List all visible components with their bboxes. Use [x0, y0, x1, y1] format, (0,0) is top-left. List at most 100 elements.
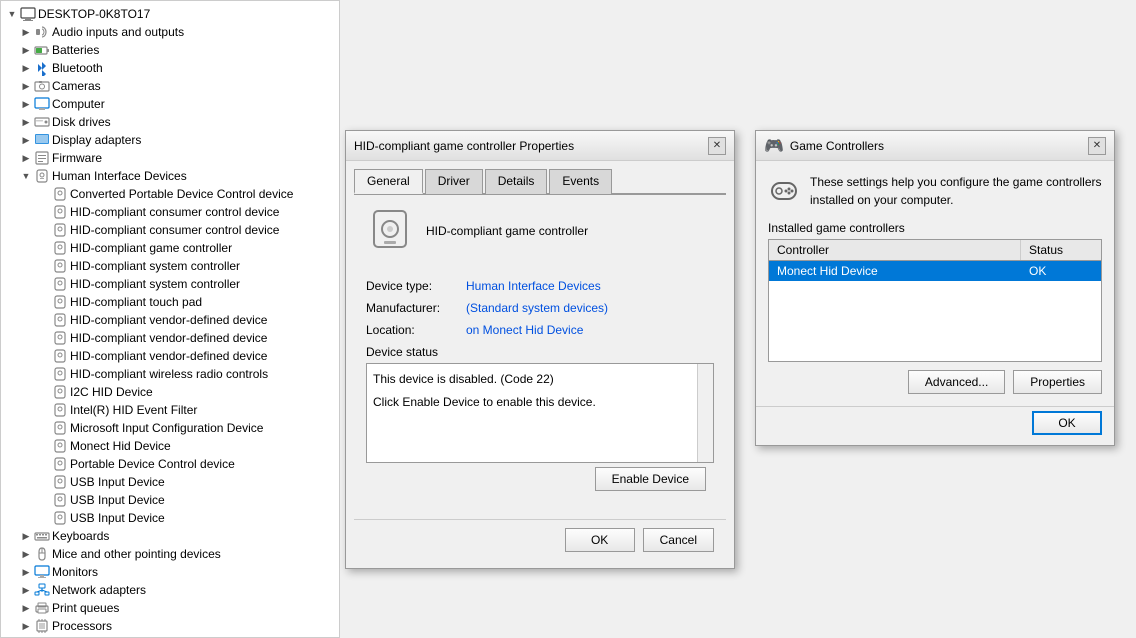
hid14-label: Microsoft Input Configuration Device: [70, 421, 263, 435]
tree-item-hid9[interactable]: HID-compliant vendor-defined device: [1, 329, 339, 347]
tab-general[interactable]: General: [354, 169, 423, 194]
hid-device-icon-17: [52, 474, 68, 490]
gc-title-icon: 🎮: [764, 136, 784, 156]
display-icon: [34, 132, 50, 148]
tree-item-bluetooth[interactable]: ▶ Bluetooth: [1, 59, 339, 77]
tree-item-hid7[interactable]: HID-compliant touch pad: [1, 293, 339, 311]
gc-properties-button[interactable]: Properties: [1013, 370, 1102, 394]
hid6-label: HID-compliant system controller: [70, 277, 240, 291]
gc-dialog-close-button[interactable]: ✕: [1088, 137, 1106, 155]
camera-icon: [34, 78, 50, 94]
audio-icon: [34, 24, 50, 40]
tree-item-hid12[interactable]: I2C HID Device: [1, 383, 339, 401]
processors-label: Processors: [52, 619, 112, 633]
enable-device-button[interactable]: Enable Device: [595, 467, 706, 491]
gc-installed-label: Installed game controllers: [756, 221, 1114, 239]
tree-item-cameras[interactable]: ▶ Cameras: [1, 77, 339, 95]
tab-events[interactable]: Events: [549, 169, 612, 194]
tree-item-hid13[interactable]: Intel(R) HID Event Filter: [1, 401, 339, 419]
hid1-label: Converted Portable Device Control device: [70, 187, 293, 201]
tree-item-root[interactable]: ▼ DESKTOP-0K8TO17: [1, 5, 339, 23]
manufacturer-value: (Standard system devices): [466, 301, 608, 315]
hid-dialog-buttons: OK Cancel: [354, 519, 726, 560]
tree-item-keyboards[interactable]: ▶ Keyboards: [1, 527, 339, 545]
expand-icon-display: ▶: [19, 133, 33, 147]
keyboards-label: Keyboards: [52, 529, 109, 543]
tree-item-processors[interactable]: ▶ Processors: [1, 617, 339, 635]
tree-item-computer[interactable]: ▶ Computer: [1, 95, 339, 113]
tree-item-disk[interactable]: ▶ Disk drives: [1, 113, 339, 131]
device-large-icon: [366, 207, 414, 255]
device-manager-panel: ▼ DESKTOP-0K8TO17 ▶ Audio inputs and out…: [0, 0, 340, 638]
hid-dialog-close-button[interactable]: ✕: [708, 137, 726, 155]
hid-cancel-button[interactable]: Cancel: [643, 528, 714, 552]
hid-device-icon-3: [52, 222, 68, 238]
gc-dialog-title: Game Controllers: [790, 139, 884, 153]
tree-item-hid17[interactable]: USB Input Device: [1, 473, 339, 491]
hid-device-icon-12: [52, 384, 68, 400]
tree-item-monitors[interactable]: ▶ Monitors: [1, 563, 339, 581]
hid-ok-button[interactable]: OK: [565, 528, 635, 552]
tree-item-hid5[interactable]: HID-compliant system controller: [1, 257, 339, 275]
tree-item-hid4[interactable]: HID-compliant game controller: [1, 239, 339, 257]
tree-item-hid15[interactable]: Monect Hid Device: [1, 437, 339, 455]
tree-item-hid14[interactable]: Microsoft Input Configuration Device: [1, 419, 339, 437]
expand-icon-monitors: ▶: [19, 565, 33, 579]
tree-item-hid10[interactable]: HID-compliant vendor-defined device: [1, 347, 339, 365]
network-label: Network adapters: [52, 583, 146, 597]
hid-device-icon-13: [52, 402, 68, 418]
hid4-label: HID-compliant game controller: [70, 241, 232, 255]
tab-details[interactable]: Details: [485, 169, 548, 194]
gc-advanced-button[interactable]: Advanced...: [908, 370, 1005, 394]
tree-item-hid6[interactable]: HID-compliant system controller: [1, 275, 339, 293]
status-scrollbar[interactable]: [697, 364, 713, 462]
status-section-title: Device status: [366, 345, 714, 359]
property-device-type: Device type: Human Interface Devices: [366, 279, 714, 293]
tree-item-hid1[interactable]: Converted Portable Device Control device: [1, 185, 339, 203]
gc-ok-button[interactable]: OK: [1032, 411, 1102, 435]
gc-cell-controller-0: Monect Hid Device: [769, 261, 1021, 281]
bluetooth-icon: [34, 60, 50, 76]
hid12-label: I2C HID Device: [70, 385, 153, 399]
tree-item-batteries[interactable]: ▶ Batteries: [1, 41, 339, 59]
tree-item-firmware[interactable]: ▶ Firmware: [1, 149, 339, 167]
status-line2: Click Enable Device to enable this devic…: [373, 393, 689, 412]
hid8-label: HID-compliant vendor-defined device: [70, 313, 267, 327]
tree-item-hid16[interactable]: Portable Device Control device: [1, 455, 339, 473]
tree-item-hid2[interactable]: HID-compliant consumer control device: [1, 203, 339, 221]
audio-label: Audio inputs and outputs: [52, 25, 184, 39]
tree-item-hid8[interactable]: HID-compliant vendor-defined device: [1, 311, 339, 329]
tree-item-mice[interactable]: ▶ Mice and other pointing devices: [1, 545, 339, 563]
gc-table-row-0[interactable]: Monect Hid Device OK: [769, 261, 1101, 281]
monitors-label: Monitors: [52, 565, 98, 579]
location-label: Location:: [366, 323, 466, 337]
tree-item-hid[interactable]: ▼ Human Interface Devices: [1, 167, 339, 185]
expand-icon-processors: ▶: [19, 619, 33, 633]
hid19-label: USB Input Device: [70, 511, 165, 525]
tree-item-hid11[interactable]: HID-compliant wireless radio controls: [1, 365, 339, 383]
hid7-label: HID-compliant touch pad: [70, 295, 202, 309]
hid-properties-dialog: HID-compliant game controller Properties…: [345, 130, 735, 569]
mouse-icon: [34, 546, 50, 562]
tree-item-hid18[interactable]: USB Input Device: [1, 491, 339, 509]
expand-icon-mice: ▶: [19, 547, 33, 561]
location-value: on Monect Hid Device: [466, 323, 583, 337]
tree-item-display[interactable]: ▶ Display adapters: [1, 131, 339, 149]
hid18-label: USB Input Device: [70, 493, 165, 507]
keyboard-icon: [34, 528, 50, 544]
status-box: This device is disabled. (Code 22) Click…: [366, 363, 714, 463]
tree-item-audio[interactable]: ▶ Audio inputs and outputs: [1, 23, 339, 41]
tree-item-hid19[interactable]: USB Input Device: [1, 509, 339, 527]
tree-item-network[interactable]: ▶ Network adapters: [1, 581, 339, 599]
hid-device-icon-6: [52, 276, 68, 292]
device-tree: ▼ DESKTOP-0K8TO17 ▶ Audio inputs and out…: [1, 1, 339, 637]
tree-item-hid3[interactable]: HID-compliant consumer control device: [1, 221, 339, 239]
tree-item-print[interactable]: ▶ Print queues: [1, 599, 339, 617]
display-label: Display adapters: [52, 133, 141, 147]
hid-device-icon-1: [52, 186, 68, 202]
device-type-value: Human Interface Devices: [466, 279, 601, 293]
gc-cell-status-0: OK: [1021, 261, 1101, 281]
expand-icon-bluetooth: ▶: [19, 61, 33, 75]
root-label: DESKTOP-0K8TO17: [38, 7, 150, 21]
tab-driver[interactable]: Driver: [425, 169, 483, 194]
